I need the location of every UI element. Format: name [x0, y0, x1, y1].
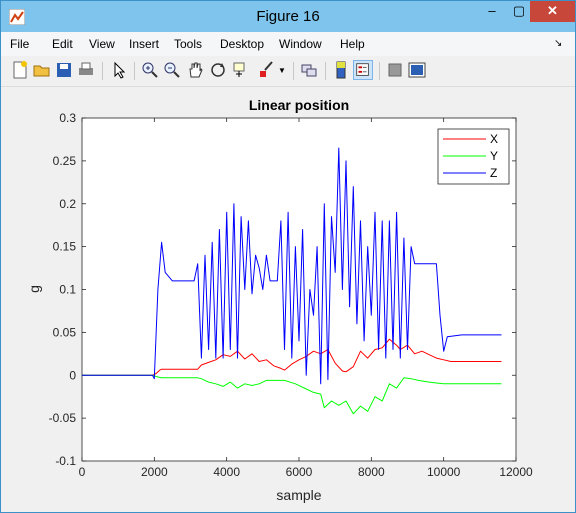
pan-icon[interactable]	[185, 60, 205, 80]
brush-dropdown-icon[interactable]: ▼	[278, 66, 286, 86]
y-tick-label: 0.2	[59, 197, 76, 211]
toolbar-separator	[102, 62, 103, 80]
hide-plot-tools-icon[interactable]	[385, 60, 405, 80]
menu-desktop[interactable]: Desktop	[220, 37, 264, 51]
show-plot-tools-icon[interactable]	[407, 60, 427, 80]
minimize-button[interactable]: –	[479, 1, 505, 22]
zoom-out-icon[interactable]	[162, 60, 182, 80]
x-tick-label: 8000	[358, 465, 385, 479]
y-tick-label: -0.05	[49, 411, 77, 425]
print-icon[interactable]	[76, 60, 96, 80]
link-plot-icon[interactable]	[299, 60, 319, 80]
title-bar[interactable]: Figure 16 – ▢ ✕	[1, 1, 575, 32]
x-tick-label: 2000	[141, 465, 168, 479]
open-file-icon[interactable]	[32, 60, 52, 80]
close-button[interactable]: ✕	[530, 1, 575, 22]
y-tick-label: 0.15	[53, 240, 77, 254]
new-figure-icon[interactable]	[10, 60, 30, 80]
y-tick-label: 0	[69, 368, 76, 382]
dock-arrow-icon[interactable]: ↘	[554, 38, 562, 49]
x-tick-label: 4000	[213, 465, 240, 479]
menu-tools[interactable]: Tools	[174, 37, 202, 51]
zoom-in-icon[interactable]	[140, 60, 160, 80]
toolbar-separator	[134, 62, 135, 80]
x-tick-label: 0	[79, 465, 86, 479]
menu-help[interactable]: Help	[340, 37, 365, 51]
menu-window[interactable]: Window	[279, 37, 322, 51]
y-axis-label: g	[26, 285, 42, 293]
brush-icon[interactable]	[257, 60, 277, 80]
data-cursor-icon[interactable]	[231, 60, 251, 80]
x-axis-label: sample	[276, 487, 321, 503]
x-tick-label: 12000	[499, 465, 533, 479]
menu-edit[interactable]: Edit	[52, 37, 73, 51]
y-tick-label: 0.1	[59, 283, 76, 297]
y-tick-label: -0.1	[55, 454, 76, 468]
toolbar-separator	[379, 62, 380, 80]
menu-view[interactable]: View	[89, 37, 115, 51]
figure-window: Figure 16 – ▢ ✕ File Edit View Insert To…	[0, 0, 576, 513]
maximize-button[interactable]: ▢	[506, 1, 532, 22]
y-tick-label: 0.05	[53, 325, 77, 339]
x-tick-label: 10000	[427, 465, 461, 479]
y-tick-label: 0.25	[53, 154, 77, 168]
legend-label-z: Z	[490, 166, 497, 180]
rotate-icon[interactable]	[208, 60, 228, 80]
figure-canvas: Linear position sample g 0 2000 4000 6000 80…	[9, 87, 569, 507]
toolbar-separator	[293, 62, 294, 80]
toolbar: ▼	[1, 56, 575, 87]
x-tick-label: 6000	[286, 465, 313, 479]
save-icon[interactable]	[54, 60, 74, 80]
toolbar-separator	[325, 62, 326, 80]
legend-label-y: Y	[490, 149, 498, 163]
legend-icon[interactable]	[353, 60, 373, 80]
pointer-icon[interactable]	[109, 60, 129, 80]
menu-file[interactable]: File	[10, 37, 29, 51]
chart-title: Linear position	[249, 97, 349, 113]
menu-bar: File Edit View Insert Tools Desktop Wind…	[1, 32, 575, 56]
y-tick-label: 0.3	[59, 111, 76, 125]
legend-label-x: X	[490, 132, 498, 146]
line-chart[interactable]: Linear position sample g 0 2000 4000 6000 80…	[9, 87, 569, 507]
colorbar-icon[interactable]	[331, 60, 351, 80]
menu-insert[interactable]: Insert	[129, 37, 159, 51]
legend[interactable]: XYZ	[437, 128, 510, 185]
